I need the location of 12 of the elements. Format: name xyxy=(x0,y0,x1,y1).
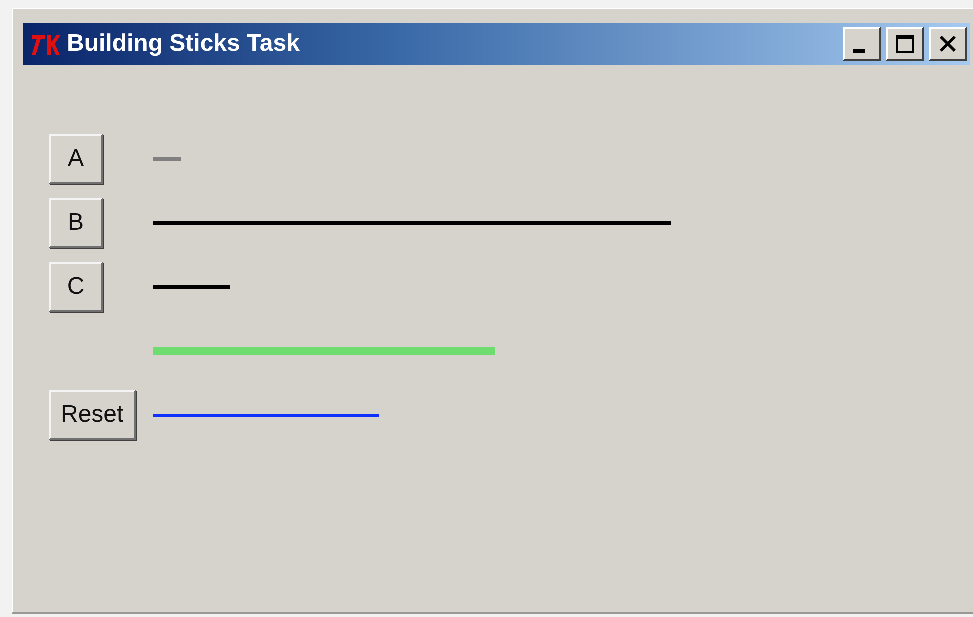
minimize-icon xyxy=(853,49,865,53)
reset-button[interactable]: Reset xyxy=(49,390,136,440)
window-title: Building Sticks Task xyxy=(67,30,301,58)
close-icon xyxy=(939,35,957,53)
stick-button[interactable]: C xyxy=(49,262,103,312)
minimize-button[interactable] xyxy=(843,27,881,61)
stick-button[interactable]: B xyxy=(49,198,103,248)
maximize-button[interactable] xyxy=(886,27,924,61)
stick-button[interactable]: A xyxy=(49,134,103,184)
maximize-icon xyxy=(895,34,915,54)
close-button[interactable] xyxy=(929,27,967,61)
tk-logo-icon xyxy=(31,32,61,56)
